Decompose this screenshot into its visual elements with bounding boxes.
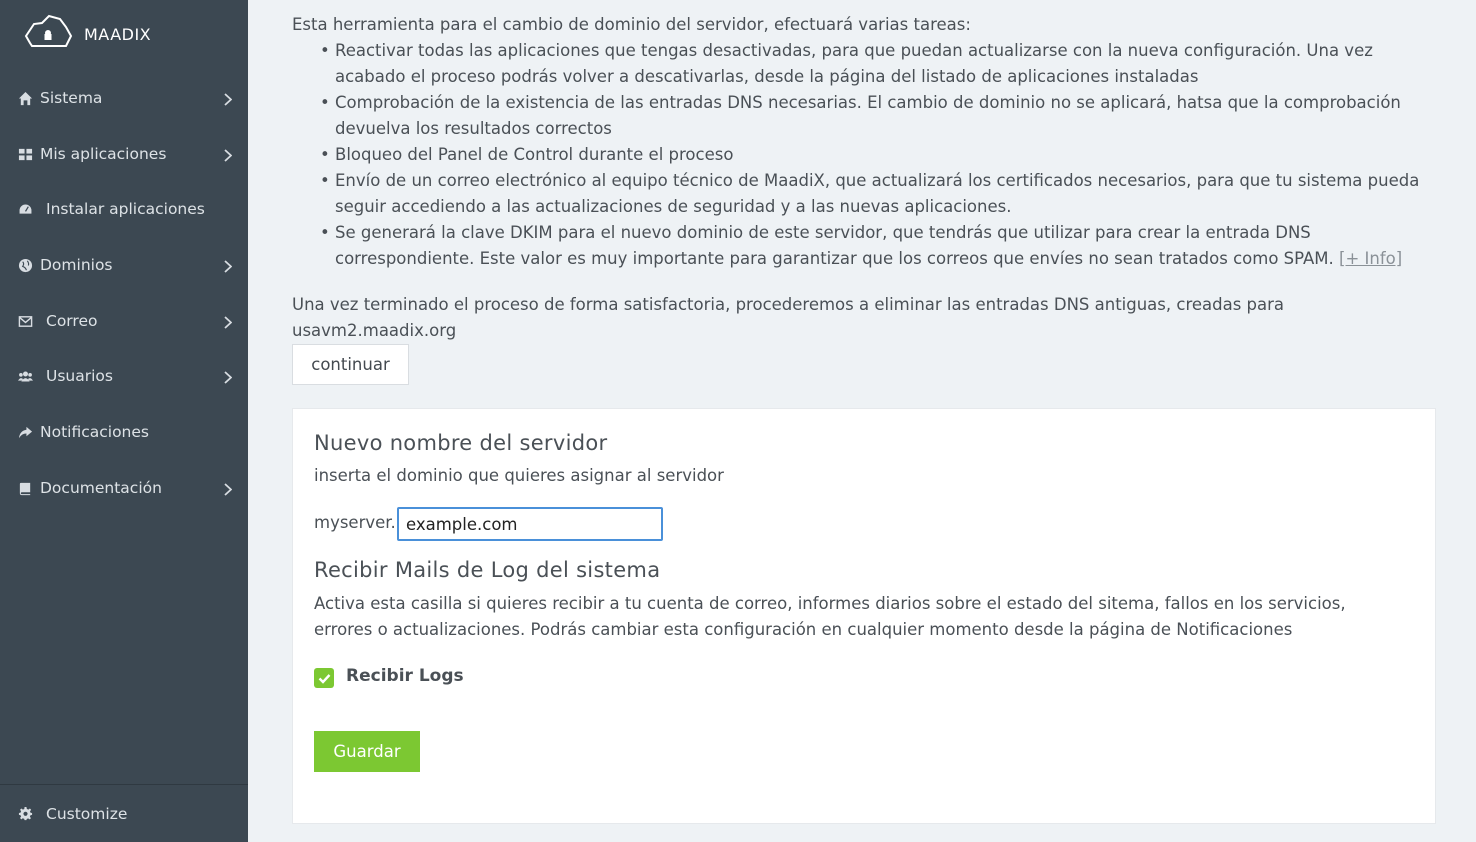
sidebar-item-label: Usuarios [46,367,113,385]
sidebar-item-label: Instalar aplicaciones [46,200,205,218]
brand[interactable]: MAADIX [22,14,151,54]
chevron-right-icon [224,148,233,162]
grid-icon [18,146,38,162]
gear-icon [18,806,38,822]
logs-title: Recibir Mails de Log del sistema [314,558,661,582]
list-item: Bloqueo del Panel de Control durante el … [320,142,1442,168]
chevron-right-icon [224,482,233,496]
sidebar-item-correo[interactable]: Correo [0,301,248,341]
server-name-title: Nuevo nombre del servidor [314,431,608,455]
sidebar-item-label: Documentación [40,479,162,497]
sidebar-item-usuarios[interactable]: Usuarios [0,356,248,396]
home-icon [18,90,38,106]
save-button[interactable]: Guardar [314,731,420,772]
domain-input[interactable] [397,507,663,541]
chevron-right-icon [224,92,233,106]
users-icon [18,368,38,384]
sidebar-item-instalar-aplicaciones[interactable]: Instalar aplicaciones [0,189,248,229]
dkim-task-text: Se generará la clave DKIM para el nuevo … [335,223,1334,268]
customize-label: Customize [46,804,128,823]
task-list: Reactivar todas las aplicaciones que ten… [320,38,1442,272]
intro-text: Esta herramienta para el cambio de domin… [292,15,971,34]
envelope-icon [18,313,38,329]
sidebar-item-label: Correo [46,312,98,330]
domain-form-panel: Nuevo nombre del servidor inserta el dom… [292,408,1436,824]
sidebar-item-label: Mis aplicaciones [40,145,167,163]
logs-help: Activa esta casilla si quieres recibir a… [314,594,1346,639]
cloud-lock-logo-icon [22,13,74,55]
chevron-right-icon [224,259,233,273]
sidebar-item-sistema[interactable]: Sistema [0,78,248,118]
list-item: Envío de un correo electrónico al equipo… [320,168,1442,220]
intro-section: Esta herramienta para el cambio de domin… [292,12,1442,272]
continue-button[interactable]: continuar [292,344,409,385]
book-icon [18,480,38,496]
sidebar-item-label: Dominios [40,256,113,274]
customize-button[interactable]: Customize [0,784,248,842]
list-item: Comprobación de la existencia de las ent… [320,90,1442,142]
globe-icon [18,257,38,273]
list-item: Se generará la clave DKIM para el nuevo … [320,220,1442,272]
sidebar-item-dominios[interactable]: Dominios [0,245,248,285]
check-icon [318,673,330,684]
after-process-text: Una vez terminado el proceso de forma sa… [292,295,1285,340]
sidebar-item-label: Sistema [40,89,103,107]
list-item: Reactivar todas las aplicaciones que ten… [320,38,1442,90]
receive-logs-checkbox[interactable] [314,668,334,688]
sidebar-item-label: Notificaciones [40,423,149,441]
more-info-link[interactable]: [+ Info] [1339,249,1402,268]
dashboard-icon [18,201,38,217]
sidebar-item-documentacion[interactable]: Documentación [0,468,248,508]
sidebar: MAADIX Sistema Mis aplicaciones Instalar… [0,0,248,842]
chevron-right-icon [224,370,233,384]
sidebar-item-mis-aplicaciones[interactable]: Mis aplicaciones [0,134,248,174]
sidebar-item-notificaciones[interactable]: Notificaciones [0,412,248,452]
chevron-right-icon [224,315,233,329]
server-name-help: inserta el dominio que quieres asignar a… [314,466,724,485]
brand-name: MAADIX [84,24,152,44]
share-arrow-icon [18,424,38,440]
receive-logs-label[interactable]: Recibir Logs [346,666,464,686]
server-prefix-label: myserver. [314,513,396,532]
